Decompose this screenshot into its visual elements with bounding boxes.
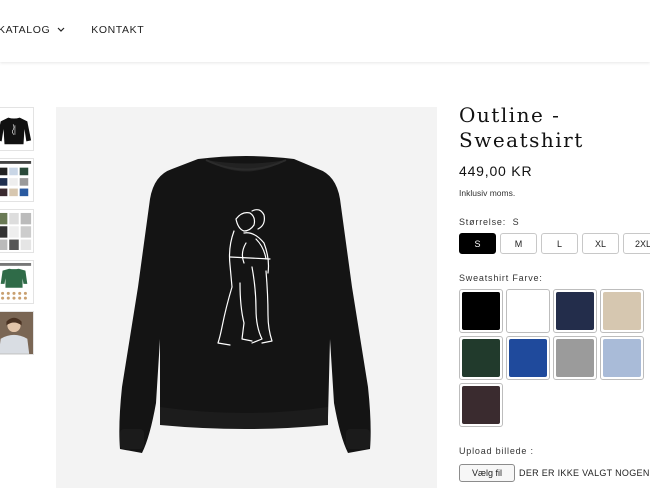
thumbnail-5[interactable]	[0, 311, 34, 355]
product-title-line1: Outline -	[459, 103, 561, 127]
color-swatch-navy[interactable]	[553, 289, 597, 333]
size-label-text: Størrelse:	[459, 217, 507, 227]
color-swatch-sand[interactable]	[600, 289, 644, 333]
thumbnail-4[interactable]	[0, 260, 34, 304]
main-nav: KATALOG KONTAKT	[0, 24, 144, 36]
upload-label: Upload billede :	[459, 446, 534, 456]
color-swatch-grey[interactable]	[553, 336, 597, 380]
tax-note: Inklusiv moms.	[459, 188, 516, 198]
swatch-fill	[603, 292, 641, 330]
swatch-fill	[462, 386, 500, 424]
product-title-line2: Sweatshirt	[459, 128, 584, 152]
swatch-fill	[462, 339, 500, 377]
thumbnail-3[interactable]	[0, 209, 34, 253]
color-swatch-royal-blue[interactable]	[506, 336, 550, 380]
sweatshirt-image	[119, 156, 371, 453]
size-option-2xl[interactable]: 2XL	[623, 233, 650, 254]
nav-katalog-label: KATALOG	[0, 24, 51, 36]
product-price: 449,00 KR	[459, 163, 533, 179]
nav-kontakt-label: KONTAKT	[91, 24, 145, 36]
chevron-down-icon	[57, 27, 65, 32]
size-label: Størrelse: S	[459, 217, 519, 227]
product-image	[56, 107, 437, 488]
swatch-fill	[556, 339, 594, 377]
swatch-fill	[603, 339, 641, 377]
product-info: Outline - Sweatshirt 449,00 KR Inklusiv …	[459, 103, 650, 198]
swatch-fill	[509, 292, 547, 330]
thumbnail-2[interactable]	[0, 158, 34, 202]
size-options: S M L XL 2XL	[459, 233, 650, 254]
swatch-fill	[509, 339, 547, 377]
swatch-fill	[556, 292, 594, 330]
nav-kontakt[interactable]: KONTAKT	[91, 24, 144, 36]
file-status: DER ER IKKE VALGT NOGEN FI	[519, 468, 650, 478]
size-option-s[interactable]: S	[459, 233, 496, 254]
site-header: KATALOG KONTAKT	[0, 0, 650, 62]
product-title: Outline - Sweatshirt	[459, 103, 650, 153]
thumbnail-1[interactable]	[0, 107, 34, 151]
thumbnail-list	[0, 107, 34, 362]
size-option-xl[interactable]: XL	[582, 233, 619, 254]
color-label: Sweatshirt Farve:	[459, 273, 543, 283]
color-swatch-light-blue[interactable]	[600, 336, 644, 380]
color-swatch-burgundy[interactable]	[459, 383, 503, 427]
swatch-fill	[462, 292, 500, 330]
file-input: Vælg fil DER ER IKKE VALGT NOGEN FI	[459, 464, 650, 482]
color-swatch-black[interactable]	[459, 289, 503, 333]
choose-file-button[interactable]: Vælg fil	[459, 464, 516, 482]
size-option-l[interactable]: L	[541, 233, 578, 254]
color-swatch-green[interactable]	[459, 336, 503, 380]
nav-katalog[interactable]: KATALOG	[0, 24, 67, 36]
color-swatch-white[interactable]	[506, 289, 550, 333]
size-option-m[interactable]: M	[500, 233, 537, 254]
size-selected-value: S	[512, 217, 520, 227]
